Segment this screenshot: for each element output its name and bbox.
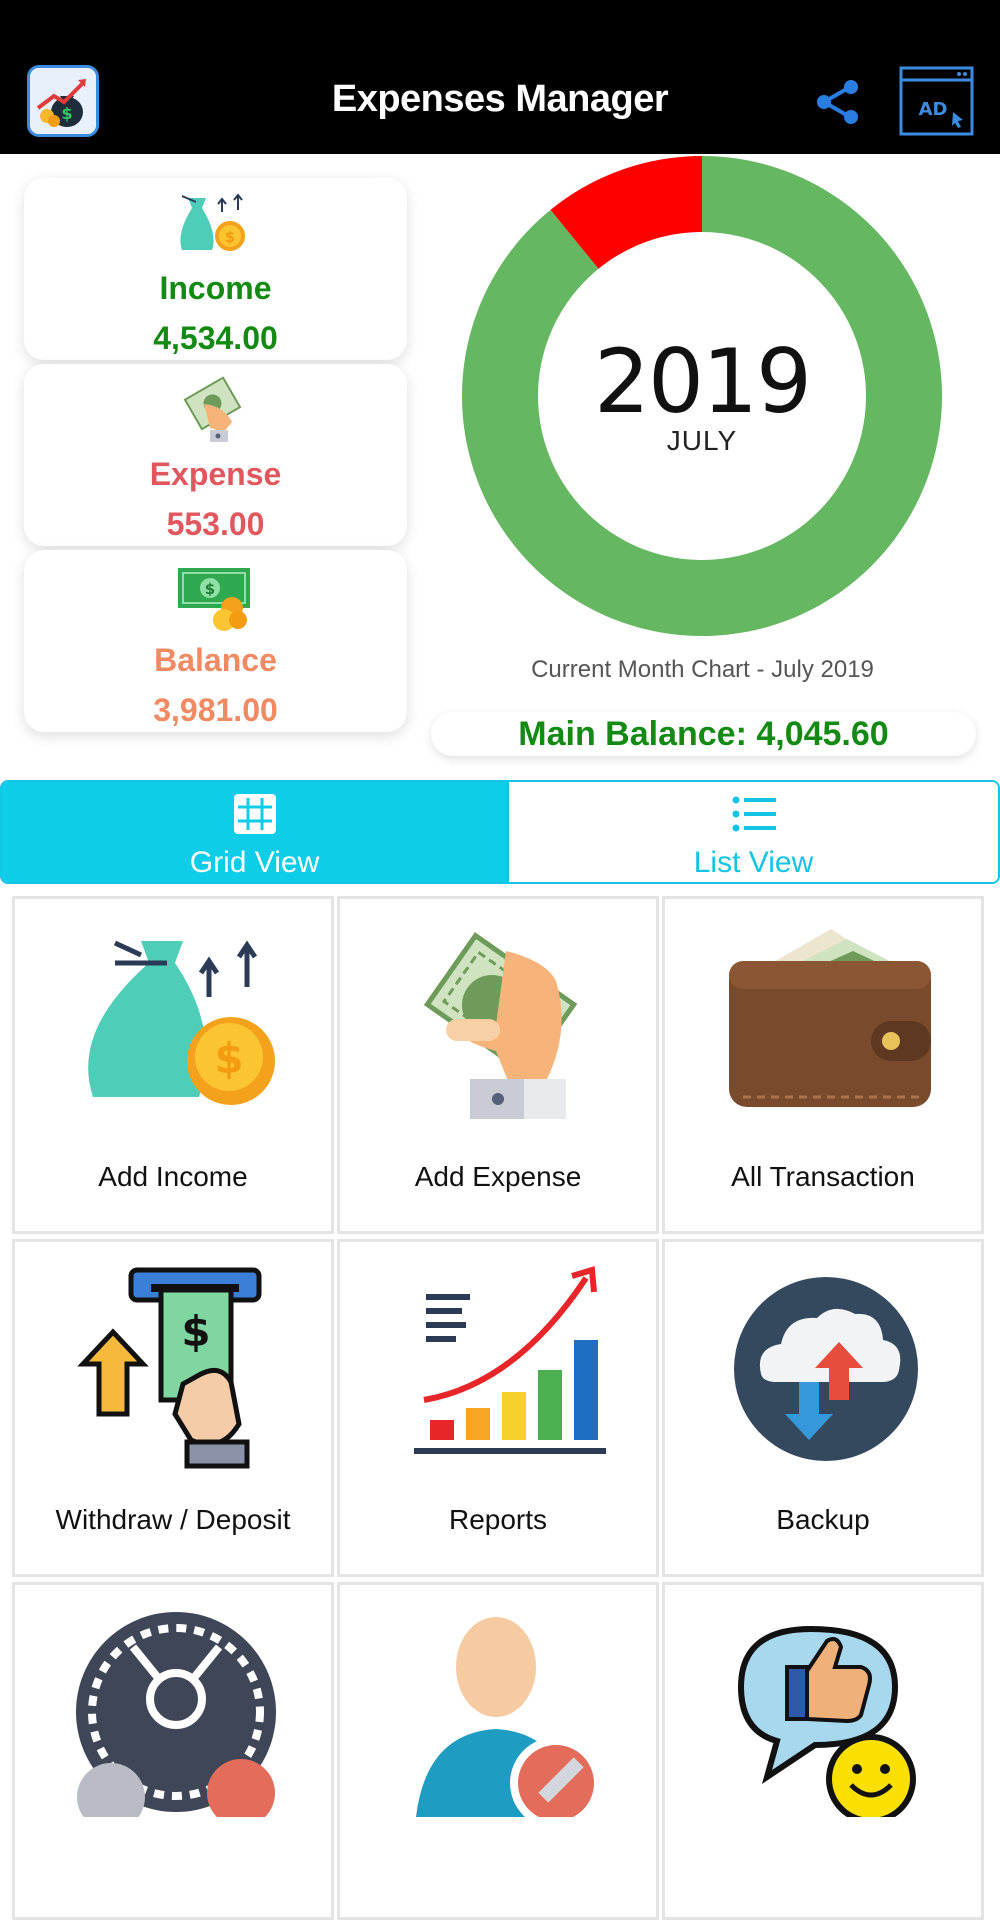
svg-text:$: $ (181, 1307, 210, 1356)
cash-coins-icon: $ (174, 562, 256, 632)
top-app-bar: $ Expenses Manager AD (0, 0, 1000, 154)
ad-browser-icon[interactable]: AD (899, 66, 974, 136)
tile-label: Backup (776, 1504, 870, 1535)
tile-withdraw-deposit[interactable]: $ Withdraw / Deposit (12, 1239, 334, 1577)
income-bag-icon: $ (174, 190, 256, 260)
cloud-sync-icon (721, 1264, 931, 1474)
income-card[interactable]: $ Income 4,534.00 (24, 178, 407, 360)
tab-list-view-label: List View (693, 846, 814, 879)
tile-add-income[interactable]: $ Add Income (12, 896, 334, 1234)
user-edit-icon (396, 1607, 606, 1829)
atm-withdraw-icon: $ (71, 1264, 281, 1474)
tab-grid-view[interactable]: Grid View (2, 782, 507, 882)
tile-all-transaction[interactable]: All Transaction (662, 896, 984, 1234)
tile-backup[interactable]: Backup (662, 1239, 984, 1577)
expense-card[interactable]: Expense 553.00 (24, 364, 407, 546)
income-value: 4,534.00 (153, 320, 278, 356)
tile-label: Add Expense (414, 1161, 582, 1192)
svg-text:$: $ (225, 228, 235, 246)
ad-text: AD (919, 99, 948, 120)
expense-value: 553.00 (166, 506, 265, 542)
share-icon[interactable] (814, 78, 862, 126)
chart-caption: Current Month Chart - July 2019 (531, 656, 874, 683)
balance-value: 3,981.00 (153, 692, 278, 728)
view-toggle: Grid View List View (0, 780, 1000, 884)
wallet-icon (721, 921, 931, 1131)
svg-text:$: $ (214, 1034, 243, 1083)
grid-icon (232, 792, 278, 836)
list-icon (731, 792, 777, 836)
bar-chart-growth-icon (396, 1264, 610, 1474)
settings-gear-icon (71, 1607, 281, 1831)
svg-text:$: $ (205, 580, 215, 598)
balance-label: Balance (154, 642, 277, 678)
donut-center-month: JULY (666, 425, 738, 456)
tile-reports[interactable]: Reports (337, 1239, 659, 1577)
rate-thumbs-up-icon (721, 1607, 931, 1824)
main-balance: Main Balance: 4,045.60 (431, 712, 976, 756)
tile-add-expense[interactable]: Add Expense (337, 896, 659, 1234)
tile-rate[interactable] (662, 1582, 984, 1920)
tile-label: Reports (448, 1504, 548, 1535)
expense-label: Expense (149, 456, 282, 492)
tab-grid-view-label: Grid View (189, 846, 320, 879)
tile-settings[interactable] (12, 1582, 334, 1920)
donut-center-year: 2019 (594, 330, 812, 433)
hand-cash-icon (396, 921, 606, 1131)
tile-label: Add Income (98, 1161, 248, 1192)
tile-label: Withdraw / Deposit (55, 1504, 291, 1535)
income-bag-icon: $ (71, 921, 281, 1131)
tab-list-view[interactable]: List View (507, 782, 998, 882)
balance-card[interactable]: $ Balance 3,981.00 (24, 550, 407, 732)
tile-label: All Transaction (731, 1161, 915, 1192)
hand-cash-icon (174, 376, 256, 446)
income-label: Income (159, 270, 272, 306)
tile-profile[interactable] (337, 1582, 659, 1920)
